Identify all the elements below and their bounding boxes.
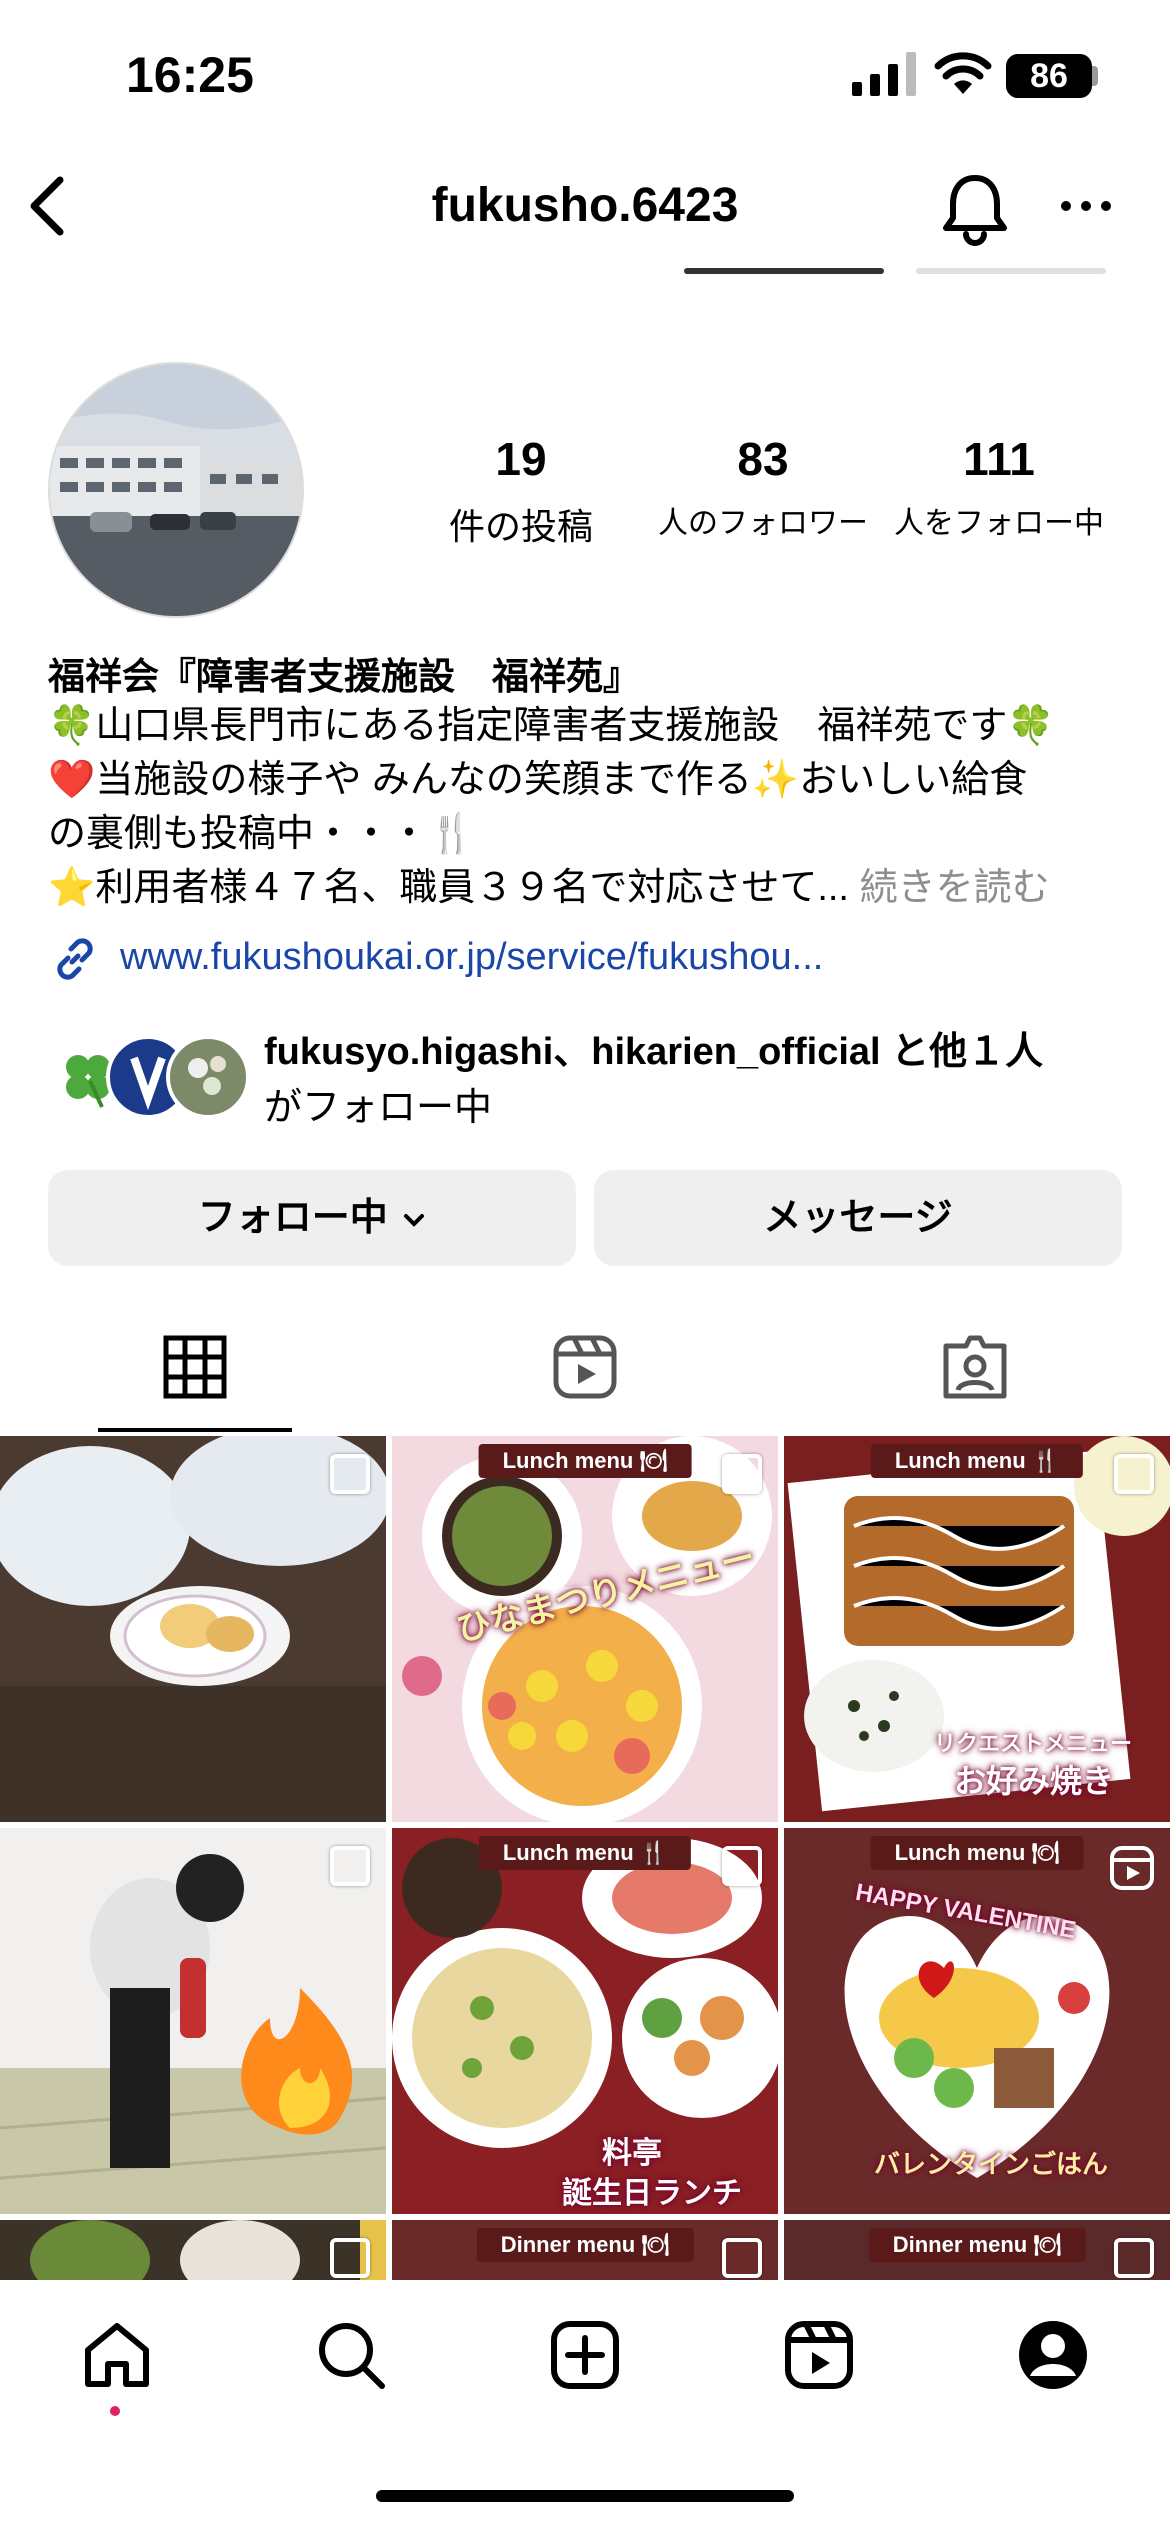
mutual-follower-avatars[interactable]: [46, 1034, 250, 1120]
post-caption: バレンタインごはん: [874, 2149, 1109, 2179]
bio-line-with-more: ⭐️利用者様４７名、職員３９名で対応させて... 続きを読む: [48, 860, 1050, 916]
profile-website-link[interactable]: www.fukushoukai.or.jp/service/fukushou..…: [120, 936, 823, 979]
post-image: [0, 2220, 386, 2280]
search-icon[interactable]: [314, 2318, 388, 2392]
post-sub-caption: 誕生日ランチ: [562, 2177, 742, 2210]
multiple-images-icon: [722, 2238, 762, 2278]
status-time: 16:25: [126, 47, 254, 103]
posts-count: 19: [495, 433, 547, 485]
cellular-signal-icon: [852, 52, 916, 96]
post-thumbnail[interactable]: [0, 1828, 386, 2214]
reels-tab-icon[interactable]: [552, 1334, 618, 1400]
post-thumbnail[interactable]: Lunch menu 🍽 ひなまつりメニュー: [392, 1436, 778, 1822]
post-thumbnail[interactable]: Lunch menu 🍽 HAPPY VALENTINE バレンタインごはん: [784, 1828, 1170, 2214]
post-thumbnail[interactable]: Lunch menu 🍴 料亭 誕生日ランチ: [392, 1828, 778, 2214]
message-button[interactable]: メッセージ: [594, 1170, 1122, 1266]
post-thumbnail[interactable]: Lunch menu 🍴 リクエストメニュー お好み焼き: [784, 1436, 1170, 1822]
stat-posts[interactable]: 19 件の投稿: [406, 432, 636, 550]
reel-indicator-icon: [1110, 1846, 1154, 1890]
followers-label: 人のフォロワー: [658, 507, 868, 540]
read-more-link[interactable]: 続きを読む: [860, 867, 1050, 909]
avatar-building-photo: [50, 364, 302, 616]
post-thumbnail[interactable]: Dinner menu 🍽: [784, 2220, 1170, 2280]
post-thumbnail[interactable]: Dinner menu 🍽: [392, 2220, 778, 2280]
stat-followers[interactable]: 83 人のフォロワー: [648, 432, 878, 542]
following-count: 111: [963, 433, 1035, 485]
posts-grid: Lunch menu 🍽 ひなまつりメニュー Lunch menu 🍴 リクエス…: [0, 1436, 1170, 2280]
post-thumbnail[interactable]: [0, 2220, 386, 2280]
following-button-label: フォロー中: [197, 1197, 388, 1239]
multiple-images-icon: [330, 1846, 370, 1886]
post-label: Lunch menu 🍽: [478, 1444, 692, 1478]
battery-indicator: 86: [1006, 54, 1092, 98]
bio-line: ❤️当施設の様子や みんなの笑顔まで作る✨おいしい給食: [48, 759, 1028, 801]
multiple-images-icon: [330, 2238, 370, 2278]
mutual-followers-suffix: がフォロー中: [264, 1087, 493, 1129]
profile-icon[interactable]: [1016, 2318, 1090, 2392]
bio-line: ⭐️利用者様４７名、職員３９名で対応させて...: [48, 867, 849, 909]
header-divider: [684, 268, 884, 274]
wifi-icon: [934, 52, 992, 94]
battery-nub: [1092, 66, 1098, 86]
post-label: Lunch menu 🍴: [870, 1444, 1084, 1478]
message-button-label: メッセージ: [763, 1197, 953, 1239]
post-caption: お好み焼き: [954, 1763, 1115, 1799]
post-sub-caption: リクエストメニュー: [934, 1731, 1133, 1756]
create-post-icon[interactable]: [548, 2318, 622, 2392]
home-indicator: [376, 2490, 794, 2502]
link-icon: [57, 938, 93, 980]
following-button[interactable]: フォロー中: [48, 1170, 576, 1266]
post-image: [0, 1828, 386, 2214]
following-label: 人をフォロー中: [894, 507, 1104, 540]
multiple-images-icon: [330, 1454, 370, 1494]
mutual-followers-text[interactable]: fukusyo.higashi、hikarien_official と他１人 が…: [264, 1024, 1043, 1136]
profile-display-name: 福祥会『障害者支援施設 福祥苑』: [48, 656, 640, 697]
bio-line: 🍀山口県長門市にある指定障害者支援施設 福祥苑です🍀: [48, 705, 1055, 747]
multiple-images-icon: [1114, 1454, 1154, 1494]
multiple-images-icon: [1114, 2238, 1154, 2278]
profile-avatar[interactable]: [48, 362, 304, 618]
post-label: Lunch menu 🍴: [478, 1836, 692, 1870]
posts-label: 件の投稿: [448, 506, 593, 547]
reels-icon[interactable]: [782, 2318, 856, 2392]
chevron-down-icon: [404, 1213, 425, 1227]
more-options-icon[interactable]: [1058, 196, 1114, 216]
post-label: Lunch menu 🍽: [870, 1836, 1084, 1870]
bell-icon[interactable]: [938, 170, 1012, 246]
active-tab-indicator: [98, 1428, 292, 1432]
notification-dot: [110, 2406, 120, 2416]
post-image: [392, 1828, 778, 2214]
mutual-followers-names: fukusyo.higashi、hikarien_official と他１人: [264, 1031, 1044, 1073]
post-label: Dinner menu 🍽: [476, 2228, 694, 2262]
grid-icon[interactable]: [162, 1334, 228, 1400]
post-image: [392, 1436, 778, 1822]
multiple-images-icon: [722, 1846, 762, 1886]
stat-following[interactable]: 111 人をフォロー中: [884, 432, 1114, 542]
followers-count: 83: [737, 433, 789, 485]
post-thumbnail[interactable]: [0, 1436, 386, 1822]
post-image: [0, 1436, 386, 1822]
post-caption: 料亭: [602, 2137, 662, 2170]
post-label: Dinner menu 🍽: [868, 2228, 1086, 2262]
multiple-images-icon: [722, 1454, 762, 1494]
tagged-tab-icon[interactable]: [942, 1334, 1008, 1400]
home-icon[interactable]: [80, 2318, 154, 2392]
header-divider: [916, 268, 1106, 274]
bio-line: の裏側も投稿中・・・🍴: [48, 813, 476, 855]
